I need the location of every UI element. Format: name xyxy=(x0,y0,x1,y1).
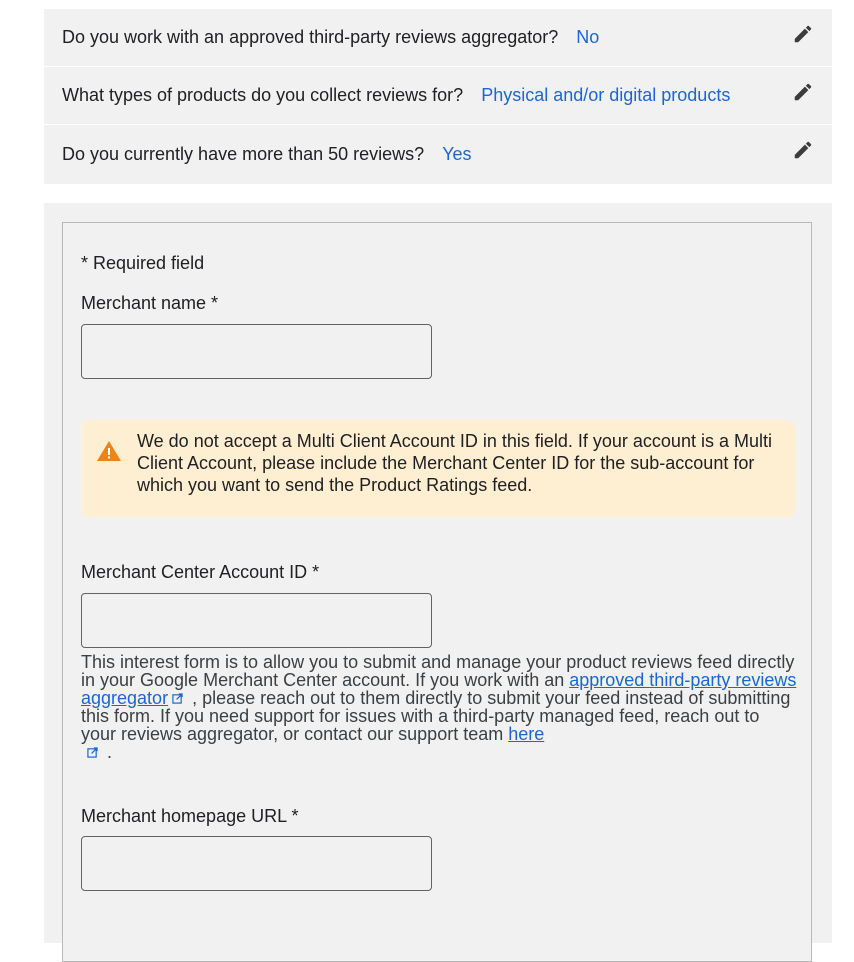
summary-question: Do you currently have more than 50 revie… xyxy=(62,144,425,164)
summary-row-aggregator: Do you work with an approved third-party… xyxy=(44,9,832,67)
merchant-name-input[interactable] xyxy=(81,324,432,379)
edit-pencil-icon[interactable] xyxy=(792,81,814,103)
support-team-link[interactable]: here xyxy=(508,724,544,744)
summary-row-product-types: What types of products do you collect re… xyxy=(44,67,832,125)
homepage-url-label: Merchant homepage URL * xyxy=(81,806,299,826)
homepage-url-input[interactable] xyxy=(81,836,432,891)
warning-banner: We do not accept a Multi Client Account … xyxy=(81,420,795,517)
help-text: This interest form is to allow you to su… xyxy=(81,653,797,761)
summary-answer: No xyxy=(576,27,600,47)
summary-answer: Yes xyxy=(442,144,472,164)
edit-pencil-icon[interactable] xyxy=(792,139,814,161)
merchant-name-label: Merchant name * xyxy=(81,293,219,313)
form-section: * Required field Merchant name * We do n… xyxy=(44,203,832,962)
warning-triangle-icon xyxy=(96,440,122,462)
help-text-part: , please reach out to them directly to s… xyxy=(81,688,791,744)
summary-question: What types of products do you collect re… xyxy=(62,85,464,105)
warning-text: We do not accept a Multi Client Account … xyxy=(137,431,772,495)
form-container: * Required field Merchant name * We do n… xyxy=(62,222,812,962)
merchant-center-id-input[interactable] xyxy=(81,593,432,648)
external-link-icon xyxy=(87,743,98,758)
external-link-icon xyxy=(172,689,183,704)
edit-pencil-icon[interactable] xyxy=(792,23,814,45)
summary-answer: Physical and/or digital products xyxy=(481,85,731,105)
help-text-part: . xyxy=(102,742,113,762)
required-field-note: * Required field xyxy=(81,253,205,273)
answers-summary: Do you work with an approved third-party… xyxy=(44,9,832,184)
summary-row-review-count: Do you currently have more than 50 revie… xyxy=(44,125,832,184)
merchant-center-id-label: Merchant Center Account ID * xyxy=(81,562,320,582)
summary-question: Do you work with an approved third-party… xyxy=(62,27,559,47)
